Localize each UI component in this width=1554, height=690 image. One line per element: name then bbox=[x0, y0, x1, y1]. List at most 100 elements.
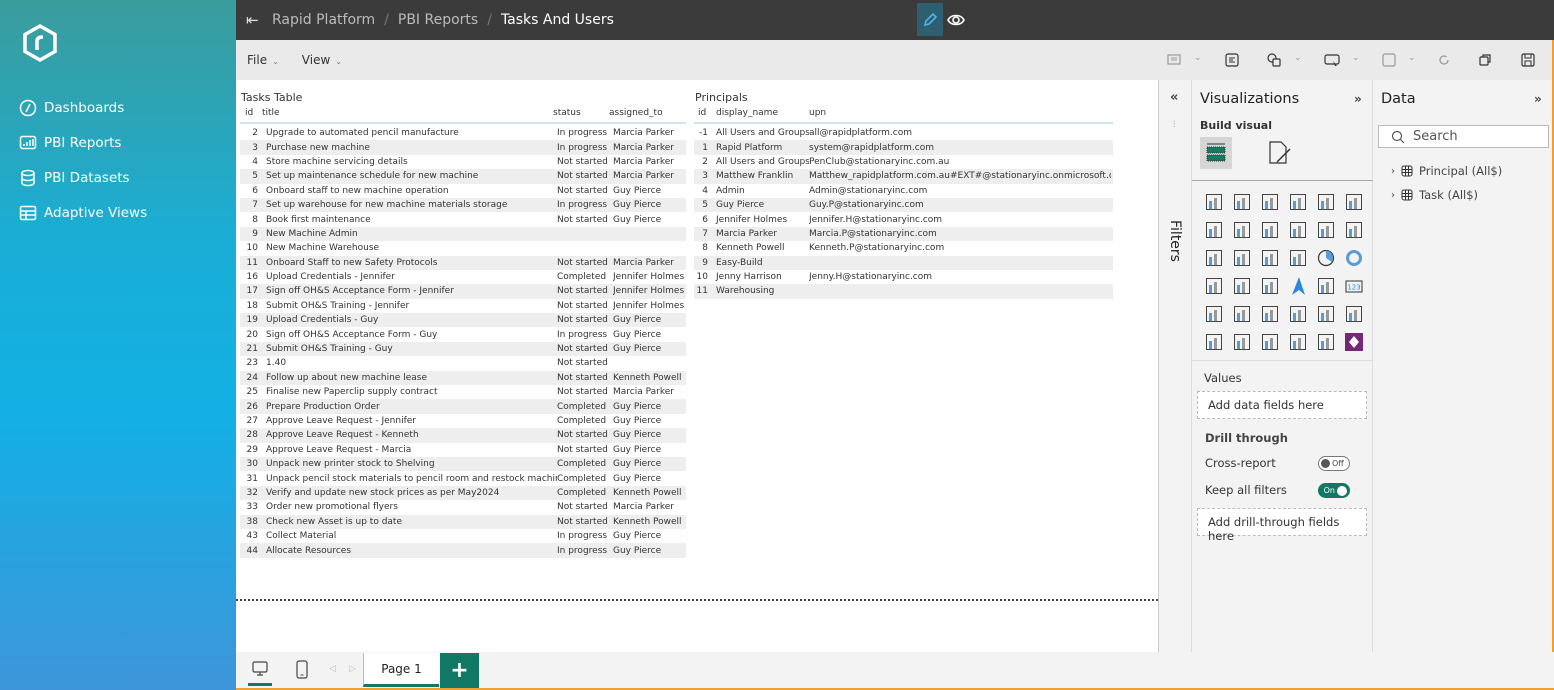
tasks-table[interactable]: Tasks Table id title status assigned_to … bbox=[240, 91, 686, 558]
sidebar-item-pbi-reports[interactable]: PBI Reports bbox=[19, 125, 147, 160]
table-row[interactable]: 11 Onboard Staff to new Safety Protocols N… bbox=[240, 255, 686, 270]
previous-page-icon[interactable]: ◁ bbox=[329, 664, 336, 674]
table-icon[interactable] bbox=[1284, 300, 1312, 328]
collapse-visualizations-icon[interactable]: » bbox=[1354, 92, 1362, 106]
table-row[interactable]: 5 Guy Pierce Guy.P@stationaryinc.com bbox=[694, 197, 1113, 213]
column-header-assigned-to[interactable]: assigned_to bbox=[609, 108, 684, 118]
desktop-layout-button[interactable] bbox=[248, 660, 272, 686]
shapes-icon[interactable] bbox=[1266, 52, 1282, 68]
table-row[interactable]: 10 Jenny Harrison Jenny.H@stationaryinc.co… bbox=[694, 270, 1113, 284]
add-page-button[interactable]: + bbox=[440, 653, 479, 688]
file-menu[interactable]: File ⌄ bbox=[247, 53, 279, 67]
area-chart-icon[interactable] bbox=[1228, 216, 1256, 244]
clustered-column-icon[interactable] bbox=[1284, 188, 1312, 216]
map-icon[interactable] bbox=[1228, 272, 1256, 300]
table-row[interactable]: 3 Purchase new machine In progress Marcia P… bbox=[240, 140, 686, 155]
qna-icon[interactable] bbox=[1228, 328, 1256, 356]
chevron-down-icon[interactable]: ⌄ bbox=[1408, 53, 1416, 63]
table-row[interactable]: 8 Kenneth Powell Kenneth.P@stationaryinc.c… bbox=[694, 241, 1113, 255]
table-row[interactable]: 20 Sign off OH&S Acceptance Form - Guy In … bbox=[240, 327, 686, 341]
paginated-report-icon[interactable] bbox=[1312, 328, 1340, 356]
table-row[interactable]: 24 Follow up about new machine lease Not s… bbox=[240, 370, 686, 386]
column-header-status[interactable]: status bbox=[553, 108, 609, 118]
table-row[interactable]: 19 Upload Credentials - Guy Not started Guy… bbox=[240, 313, 686, 328]
collapse-sidebar-icon[interactable]: ⇤ bbox=[246, 11, 264, 29]
build-visual-tab[interactable] bbox=[1200, 137, 1232, 169]
azure-map-icon[interactable] bbox=[1284, 272, 1312, 300]
table-row[interactable]: 10 New Machine Warehouse bbox=[240, 241, 686, 255]
stacked-area-icon[interactable] bbox=[1256, 216, 1284, 244]
table-row[interactable]: 21 Submit OH&S Training - Guy Not started G… bbox=[240, 341, 686, 357]
sidebar-item-adaptive-views[interactable]: Adaptive Views bbox=[19, 195, 147, 230]
scatter-icon[interactable] bbox=[1284, 244, 1312, 272]
100-stacked-bar-icon[interactable] bbox=[1312, 188, 1340, 216]
buttons-icon[interactable] bbox=[1324, 52, 1340, 68]
ribbon-chart-icon[interactable] bbox=[1200, 244, 1228, 272]
chevron-right-icon[interactable]: › bbox=[1391, 190, 1395, 201]
filters-label[interactable]: Filters bbox=[1167, 220, 1183, 262]
column-header-id[interactable]: id bbox=[240, 108, 258, 118]
breadcrumb-pbi-reports[interactable]: PBI Reports bbox=[398, 12, 478, 28]
sidebar-item-pbi-datasets[interactable]: PBI Datasets bbox=[19, 160, 147, 195]
keep-all-filters-toggle[interactable]: On bbox=[1318, 483, 1350, 498]
table-row[interactable]: 31 Unpack pencil stock materials to penci… bbox=[240, 471, 686, 485]
chevron-down-icon[interactable]: ⌄ bbox=[1294, 53, 1302, 63]
pie-icon[interactable] bbox=[1312, 244, 1340, 272]
drill-through-drop-well[interactable]: Add drill-through fields here bbox=[1197, 508, 1367, 543]
table-row[interactable]: 32 Verify and update new stock prices as … bbox=[240, 485, 686, 501]
funnel-icon[interactable] bbox=[1256, 244, 1284, 272]
table-row[interactable]: 4 Admin Admin@stationaryinc.com bbox=[694, 184, 1113, 198]
narrative-icon[interactable] bbox=[1256, 328, 1284, 356]
table-row[interactable]: 9 Easy-Build bbox=[694, 255, 1113, 270]
table-row[interactable]: 11 Warehousing bbox=[694, 284, 1113, 299]
table-row[interactable]: 16 Upload Credentials - Jennifer Completed… bbox=[240, 270, 686, 284]
decomposition-tree-icon[interactable] bbox=[1200, 328, 1228, 356]
power-apps-icon[interactable] bbox=[1340, 328, 1368, 356]
table-row[interactable]: 33 Order new promotional flyers Not starte… bbox=[240, 500, 686, 514]
stacked-bar-icon[interactable] bbox=[1200, 188, 1228, 216]
values-drop-well[interactable]: Add data fields here bbox=[1197, 391, 1367, 419]
table-row[interactable]: 5 Set up maintenance schedule for new mac… bbox=[240, 169, 686, 184]
table-row[interactable]: 44 Allocate Resources In progress Guy Pierc… bbox=[240, 543, 686, 558]
multi-row-card-icon[interactable] bbox=[1200, 300, 1228, 328]
kpi-icon[interactable] bbox=[1228, 300, 1256, 328]
page-tab-page-1[interactable]: Page 1 bbox=[363, 653, 439, 687]
table-row[interactable]: 6 Jennifer Holmes Jennifer.H@stationaryinc… bbox=[694, 212, 1113, 226]
line-stacked-column-icon[interactable] bbox=[1340, 216, 1368, 244]
collapse-data-icon[interactable]: » bbox=[1534, 92, 1542, 106]
goals-icon[interactable] bbox=[1284, 328, 1312, 356]
view-menu[interactable]: View ⌄ bbox=[302, 53, 342, 67]
gauge-icon[interactable] bbox=[1312, 272, 1340, 300]
rapid-platform-logo[interactable] bbox=[22, 24, 58, 62]
line-chart-icon[interactable] bbox=[1200, 216, 1228, 244]
filters-pane[interactable]: « ⫶ Filters bbox=[1158, 80, 1191, 652]
table-row[interactable]: 3 Matthew Franklin Matthew_rapidplatform.c… bbox=[694, 169, 1113, 184]
table-row[interactable]: 25 Finalise new Paperclip supply contract… bbox=[240, 385, 686, 399]
card-icon[interactable]: 123 bbox=[1340, 272, 1368, 300]
table-row[interactable]: 30 Unpack new printer stock to Shelving Co… bbox=[240, 456, 686, 472]
view-mode-button[interactable] bbox=[946, 10, 966, 34]
table-row[interactable]: 4 Store machine servicing details Not star… bbox=[240, 155, 686, 169]
table-row[interactable]: 7 Set up warehouse for new machine materi… bbox=[240, 197, 686, 213]
matrix-icon[interactable] bbox=[1312, 300, 1340, 328]
100-stacked-column-icon[interactable] bbox=[1340, 188, 1368, 216]
table-row[interactable]: 1 Rapid Platform system@rapidplatform.com bbox=[694, 140, 1113, 155]
table-row[interactable]: 27 Approve Leave Request - Jennifer Comple… bbox=[240, 414, 686, 428]
column-header-id[interactable]: id bbox=[694, 108, 712, 118]
principals-table[interactable]: Principals id display_name upn -1 All Use… bbox=[694, 91, 1113, 299]
mobile-layout-icon[interactable] bbox=[294, 660, 310, 680]
column-header-upn[interactable]: upn bbox=[809, 108, 1109, 118]
table-row[interactable]: 26 Prepare Production Order Completed Guy P… bbox=[240, 399, 686, 414]
chevron-right-icon[interactable]: › bbox=[1391, 166, 1395, 177]
slicer-icon[interactable] bbox=[1256, 300, 1284, 328]
column-header-title[interactable]: title bbox=[258, 108, 553, 118]
filled-map-icon[interactable] bbox=[1256, 272, 1284, 300]
table-row[interactable]: 2 All Users and Groups PenClub@stationaryi… bbox=[694, 155, 1113, 169]
line-clustered-column-icon[interactable] bbox=[1312, 216, 1340, 244]
table-row[interactable]: 17 Sign off OH&S Acceptance Form - Jennif… bbox=[240, 284, 686, 299]
table-row[interactable]: 8 Book first maintenance Not started Guy Pi… bbox=[240, 212, 686, 226]
edit-mode-button[interactable] bbox=[917, 3, 943, 36]
table-task[interactable]: › Task (All$) bbox=[1391, 188, 1478, 202]
donut-icon[interactable] bbox=[1340, 244, 1368, 272]
table-row[interactable]: 9 New Machine Admin bbox=[240, 226, 686, 242]
